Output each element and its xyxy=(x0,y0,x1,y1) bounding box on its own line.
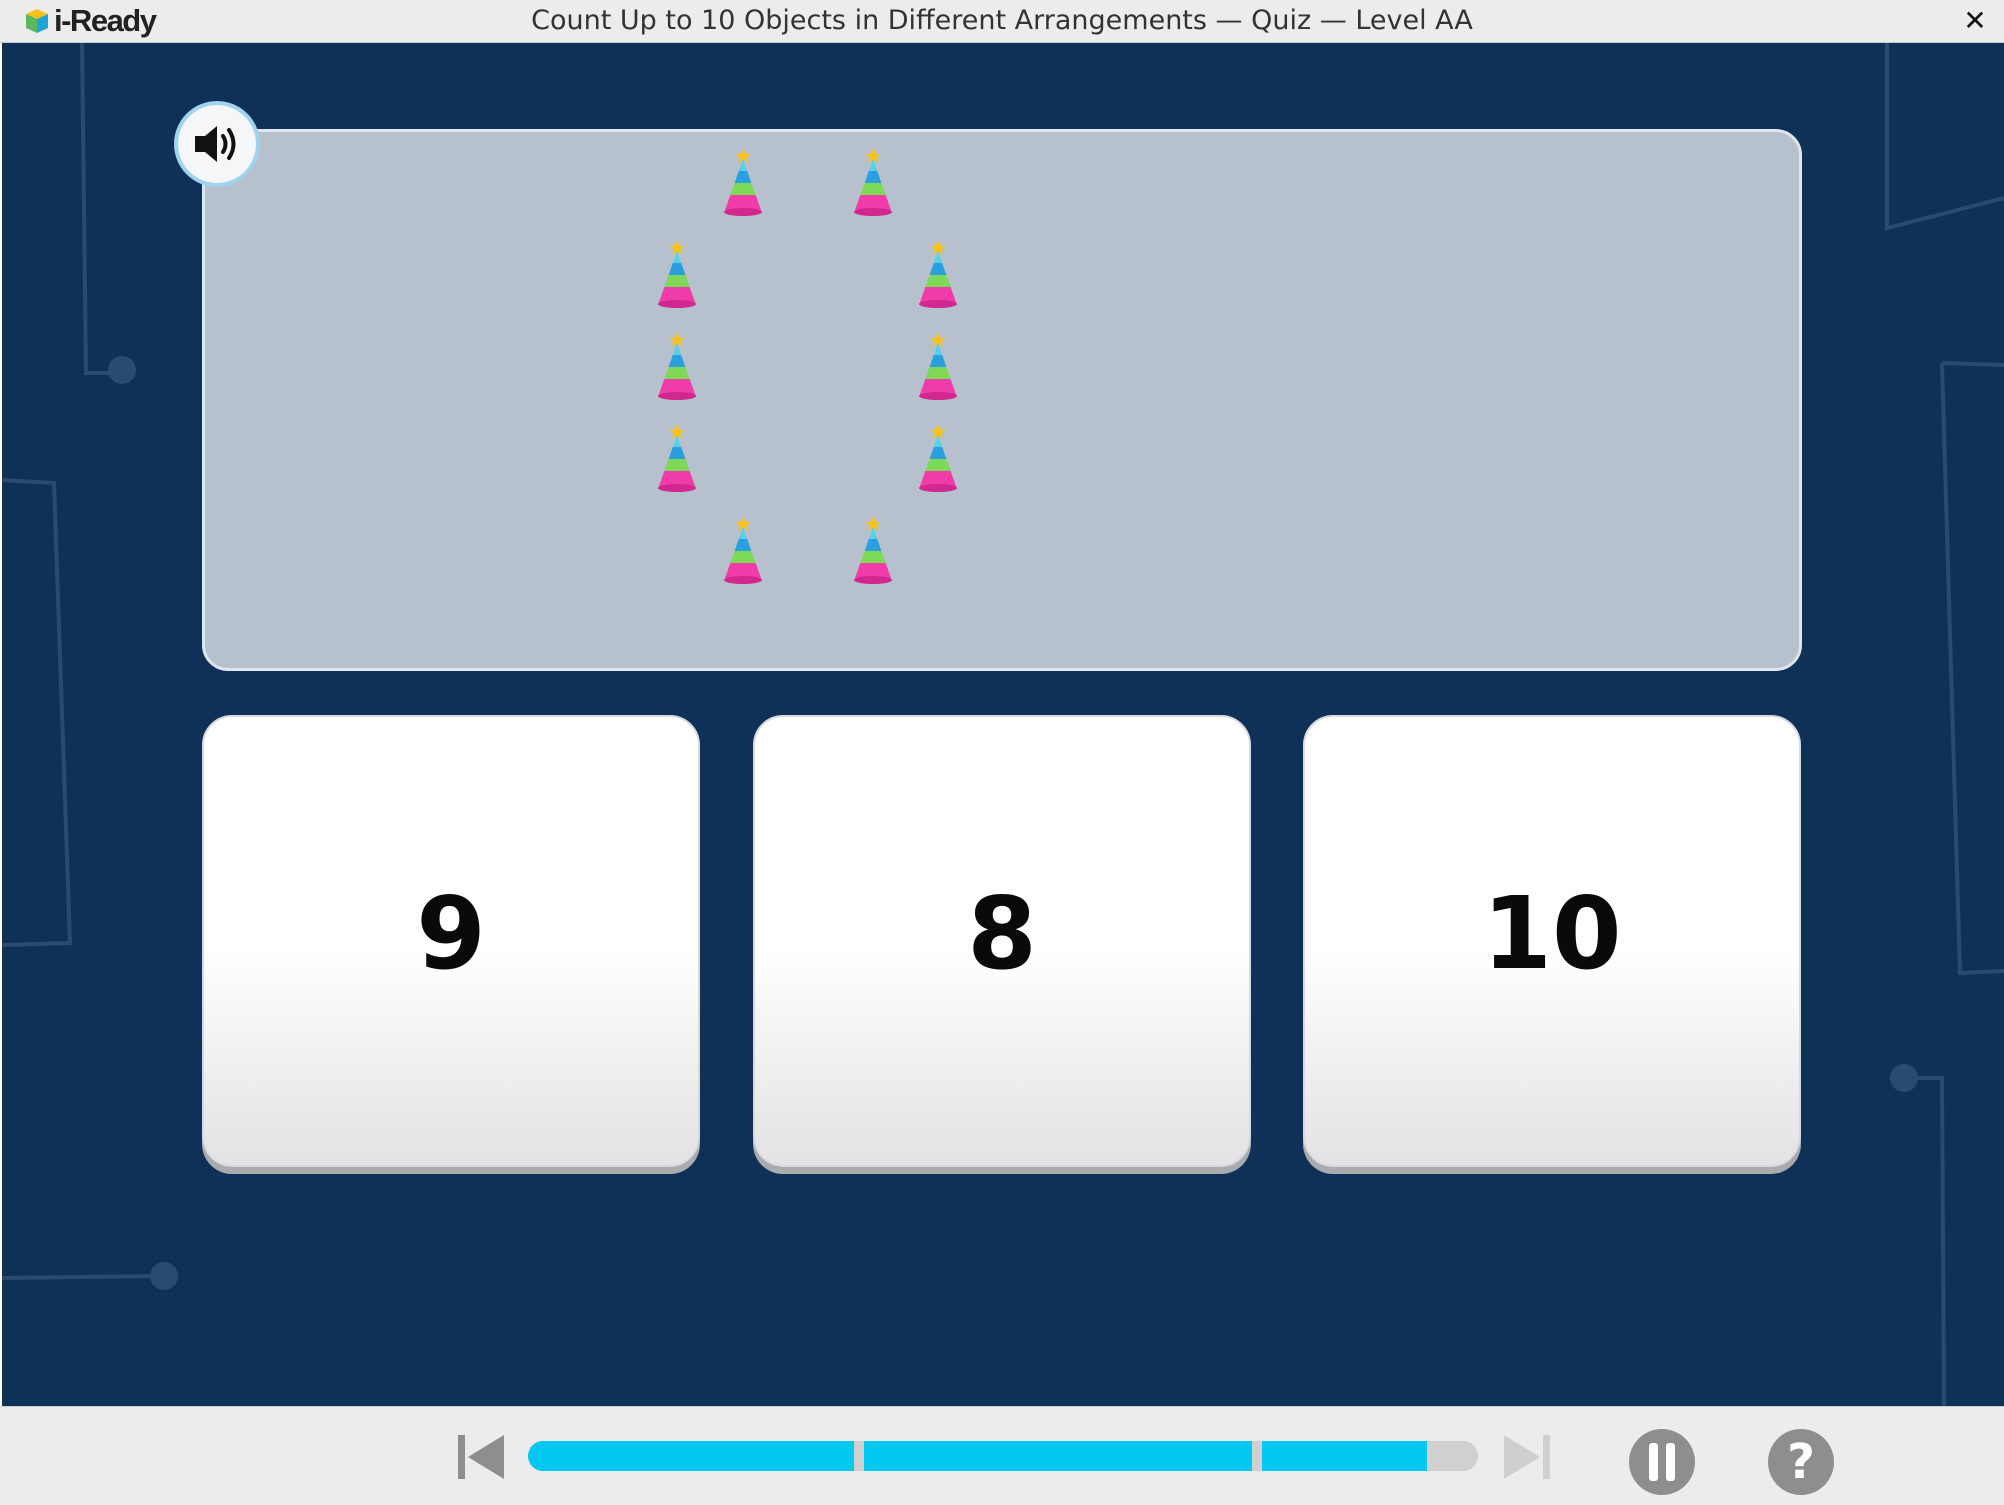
answer-choice-2[interactable]: 8 xyxy=(753,715,1251,1167)
party-hat-icon xyxy=(915,331,961,403)
answer-label: 8 xyxy=(967,874,1037,992)
read-aloud-button[interactable] xyxy=(174,101,260,187)
title-bar: i-Ready Count Up to 10 Objects in Differ… xyxy=(0,0,2004,43)
party-hat-icon xyxy=(654,239,700,311)
party-hat-icon xyxy=(654,423,700,495)
skip-forward-icon[interactable] xyxy=(1500,1431,1552,1483)
answer-choice-1[interactable]: 9 xyxy=(202,715,700,1167)
lesson-progress-bar xyxy=(528,1441,1478,1471)
answer-label: 9 xyxy=(416,874,486,992)
party-hat-icon xyxy=(850,147,896,219)
pause-icon xyxy=(1645,1443,1679,1481)
answer-choice-3[interactable]: 10 xyxy=(1303,715,1801,1167)
party-hat-icon xyxy=(915,423,961,495)
help-button[interactable]: ? xyxy=(1768,1429,1834,1495)
party-hat-icon xyxy=(720,515,766,587)
question-panel xyxy=(202,129,1802,671)
party-hat-icon xyxy=(850,515,896,587)
party-hat-icon xyxy=(915,239,961,311)
quiz-stage: 9 8 10 xyxy=(2,43,2004,1406)
help-icon: ? xyxy=(1787,1434,1815,1490)
skip-back-icon[interactable] xyxy=(456,1431,508,1483)
progress-segment xyxy=(864,1441,1252,1471)
party-hat-icon xyxy=(720,147,766,219)
player-toolbar: ? xyxy=(0,1406,2004,1505)
pause-button[interactable] xyxy=(1629,1429,1695,1495)
progress-segment xyxy=(528,1441,854,1471)
speaker-icon xyxy=(195,126,236,162)
party-hat-icon xyxy=(654,331,700,403)
close-icon: ✕ xyxy=(1963,4,1987,37)
progress-segment xyxy=(1262,1441,1428,1471)
close-button[interactable]: ✕ xyxy=(1960,6,1990,36)
answer-label: 10 xyxy=(1482,874,1622,992)
window-title: Count Up to 10 Objects in Different Arra… xyxy=(531,5,1473,36)
